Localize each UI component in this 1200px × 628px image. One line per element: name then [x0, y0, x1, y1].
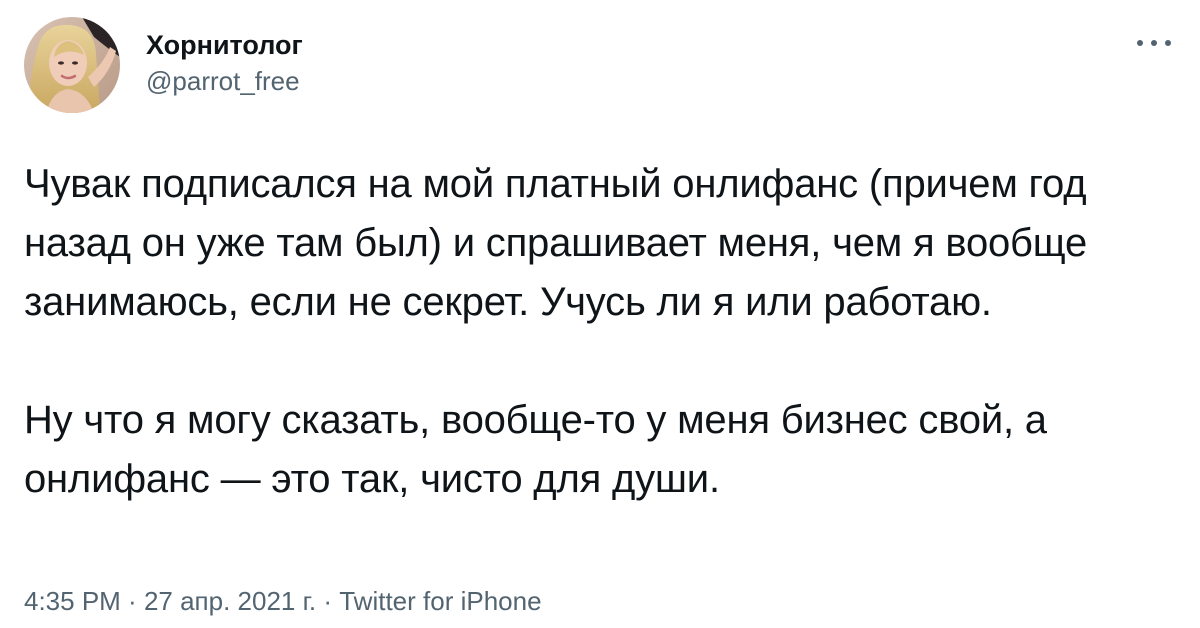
author-info[interactable]: Хорнитолог @parrot_free — [146, 28, 303, 97]
tweet-paragraph: Чувак подписался на мой платный онлифанс… — [24, 162, 1088, 324]
more-options-button[interactable] — [1132, 28, 1176, 58]
tweet-paragraph: Ну что я могу сказать, вообще-то у меня … — [24, 398, 1047, 501]
author-handle[interactable]: @parrot_free — [146, 65, 303, 97]
tweet-date[interactable]: 27 апр. 2021 г. — [144, 586, 316, 616]
tweet-text: Чувак подписался на мой платный онлифанс… — [24, 155, 1184, 509]
user-avatar-photo-icon — [24, 17, 120, 113]
meta-separator: · — [316, 586, 340, 616]
tweet-source-link[interactable]: Twitter for iPhone — [339, 586, 541, 616]
tweet-time[interactable]: 4:35 PM — [24, 586, 121, 616]
meta-separator: · — [120, 586, 144, 616]
author-display-name[interactable]: Хорнитолог — [146, 28, 303, 62]
tweet-metadata: 4:35 PM · 27 апр. 2021 г. · Twitter for … — [24, 585, 542, 617]
tweet-card: Хорнитолог @parrot_free Чувак подписался… — [0, 0, 1200, 628]
ellipsis-icon — [1137, 40, 1171, 46]
avatar[interactable] — [24, 17, 120, 113]
